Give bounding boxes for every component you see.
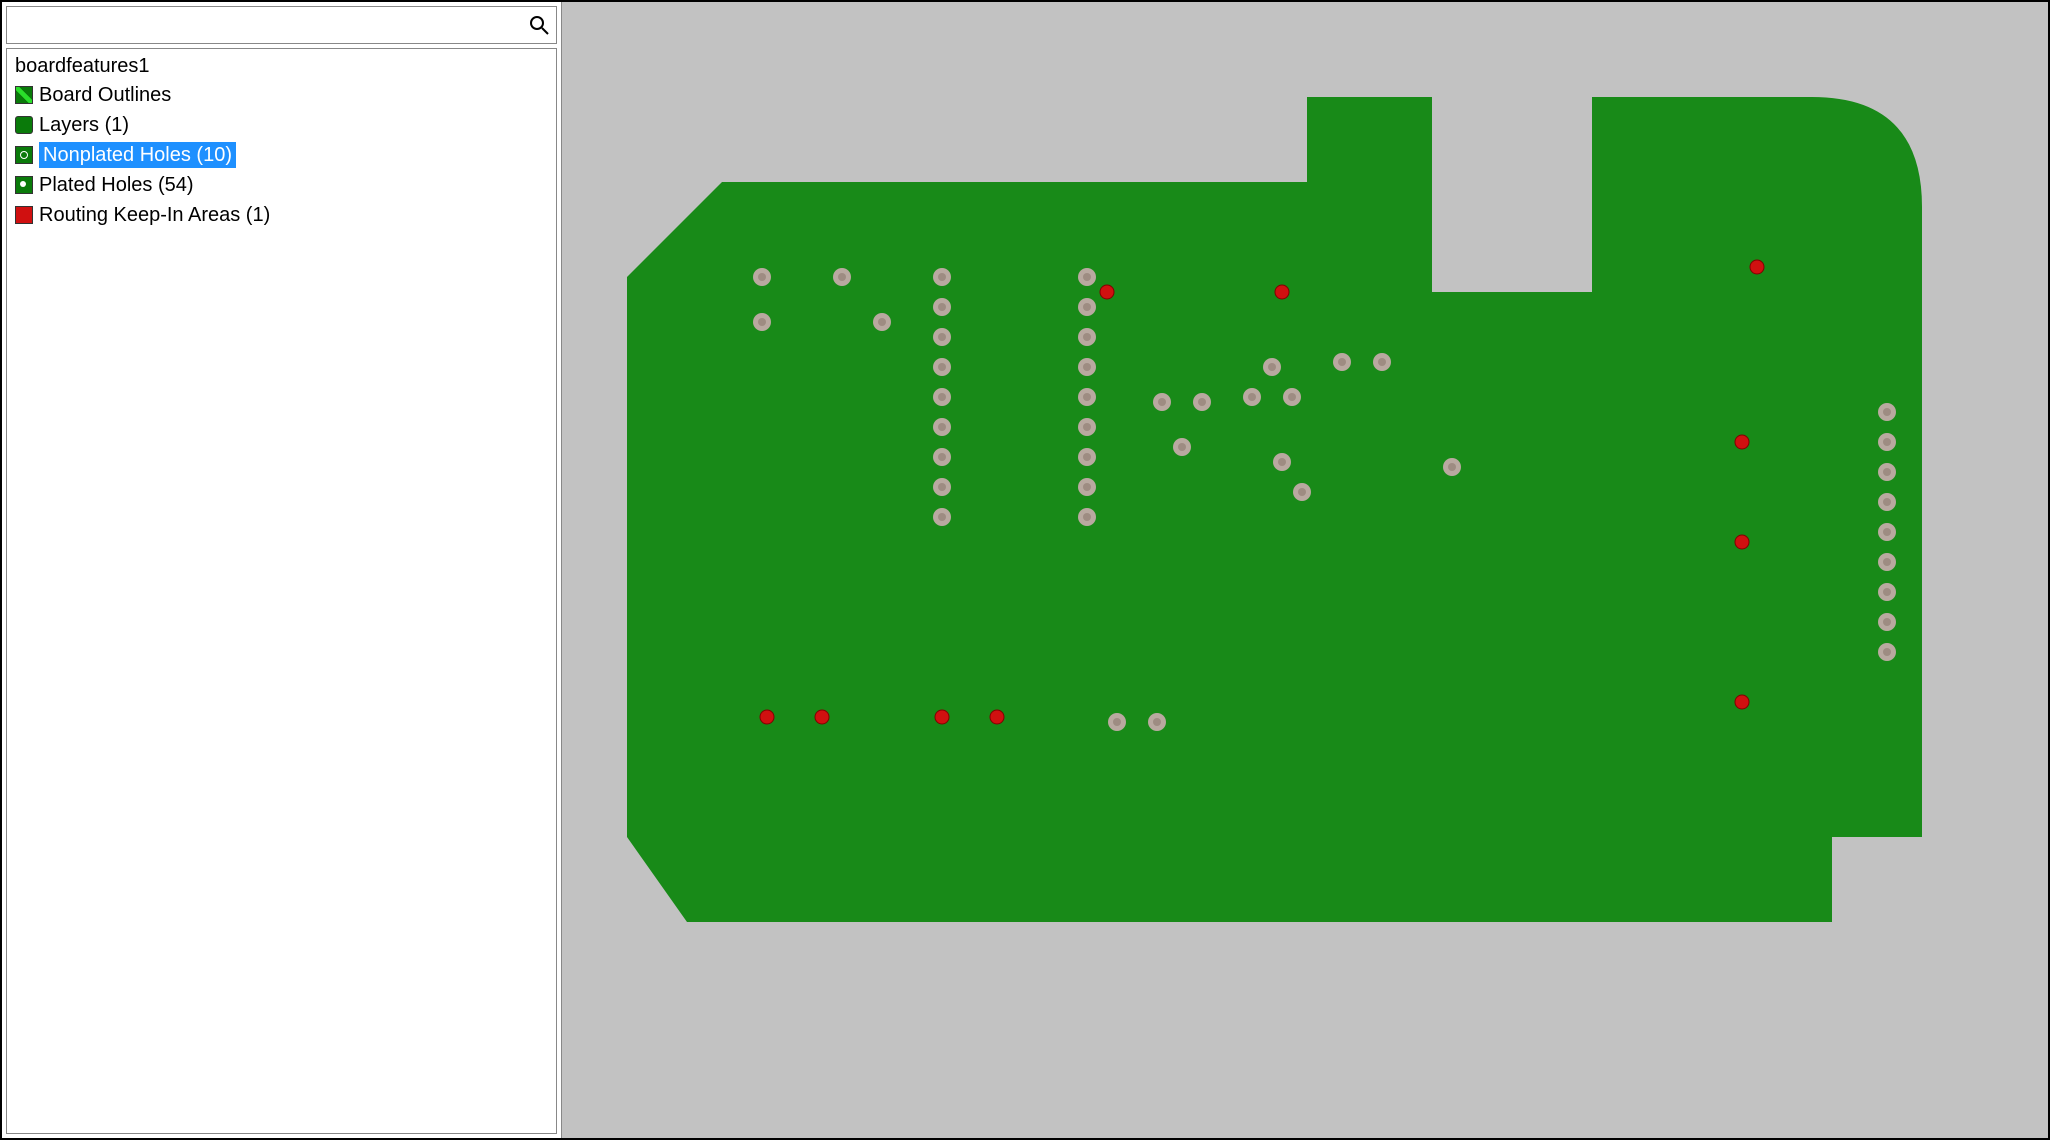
- plated-hole[interactable]: [1878, 463, 1896, 481]
- plated-hole[interactable]: [1878, 553, 1896, 571]
- plated-hole[interactable]: [1333, 353, 1351, 371]
- plated-hole[interactable]: [1153, 393, 1171, 411]
- plated-hole[interactable]: [1878, 583, 1896, 601]
- tree-item-label: Board Outlines: [39, 82, 171, 108]
- tree-root[interactable]: boardfeatures1: [7, 53, 556, 80]
- plated-hole[interactable]: [1078, 298, 1096, 316]
- plated-hole[interactable]: [933, 388, 951, 406]
- plated-hole[interactable]: [933, 418, 951, 436]
- board-canvas[interactable]: [562, 2, 2048, 1138]
- plated-hole[interactable]: [1878, 523, 1896, 541]
- plated-hole[interactable]: [1878, 493, 1896, 511]
- tree-item-3[interactable]: Plated Holes (54): [7, 170, 556, 200]
- search-input[interactable]: [7, 7, 522, 43]
- plated-hole[interactable]: [1193, 393, 1211, 411]
- plated-hole[interactable]: [1108, 713, 1126, 731]
- plated-hole[interactable]: [933, 268, 951, 286]
- plated-hole[interactable]: [1078, 508, 1096, 526]
- plated-hole[interactable]: [933, 448, 951, 466]
- plated-hole[interactable]: [1373, 353, 1391, 371]
- tree-item-label: Routing Keep-In Areas (1): [39, 202, 270, 228]
- plated-hole[interactable]: [833, 268, 851, 286]
- nonplated-hole[interactable]: [760, 710, 774, 724]
- plated-hole[interactable]: [873, 313, 891, 331]
- tree-swatch-icon: [15, 146, 33, 164]
- nonplated-hole[interactable]: [1275, 285, 1289, 299]
- sidebar: boardfeatures1 Board Outlines Layers (1) N…: [2, 2, 562, 1138]
- plated-hole[interactable]: [1078, 448, 1096, 466]
- nonplated-hole[interactable]: [935, 710, 949, 724]
- plated-hole[interactable]: [1078, 358, 1096, 376]
- tree-item-0[interactable]: Board Outlines: [7, 80, 556, 110]
- tree-item-label: Plated Holes (54): [39, 172, 194, 198]
- plated-hole[interactable]: [933, 328, 951, 346]
- tree-swatch-icon: [15, 176, 33, 194]
- board-svg[interactable]: [562, 2, 2048, 1138]
- plated-hole[interactable]: [1078, 418, 1096, 436]
- plated-hole[interactable]: [1078, 268, 1096, 286]
- plated-hole[interactable]: [933, 478, 951, 496]
- nonplated-hole[interactable]: [1735, 435, 1749, 449]
- app-root: boardfeatures1 Board Outlines Layers (1) N…: [0, 0, 2050, 1140]
- plated-hole[interactable]: [1293, 483, 1311, 501]
- plated-hole[interactable]: [1173, 438, 1191, 456]
- tree-swatch-icon: [15, 206, 33, 224]
- plated-hole[interactable]: [1243, 388, 1261, 406]
- plated-hole[interactable]: [753, 313, 771, 331]
- plated-hole[interactable]: [1078, 388, 1096, 406]
- plated-hole[interactable]: [1878, 433, 1896, 451]
- nonplated-hole[interactable]: [1750, 260, 1764, 274]
- plated-hole[interactable]: [1878, 403, 1896, 421]
- nonplated-hole[interactable]: [1100, 285, 1114, 299]
- plated-hole[interactable]: [933, 508, 951, 526]
- tree-item-label: Nonplated Holes (10): [39, 142, 236, 168]
- tree-item-label: Layers (1): [39, 112, 129, 138]
- search-icon[interactable]: [522, 15, 556, 35]
- nonplated-hole[interactable]: [815, 710, 829, 724]
- plated-hole[interactable]: [1263, 358, 1281, 376]
- plated-hole[interactable]: [1148, 713, 1166, 731]
- feature-tree: boardfeatures1 Board Outlines Layers (1) N…: [6, 48, 557, 1134]
- plated-hole[interactable]: [753, 268, 771, 286]
- board-outline: [627, 97, 1922, 922]
- plated-hole[interactable]: [1878, 613, 1896, 631]
- nonplated-hole[interactable]: [1735, 535, 1749, 549]
- tree-item-1[interactable]: Layers (1): [7, 110, 556, 140]
- plated-hole[interactable]: [933, 298, 951, 316]
- tree-swatch-icon: [15, 116, 33, 134]
- plated-hole[interactable]: [1443, 458, 1461, 476]
- search-row: [6, 6, 557, 44]
- tree-swatch-icon: [15, 86, 33, 104]
- tree-item-2[interactable]: Nonplated Holes (10): [7, 140, 556, 170]
- plated-hole[interactable]: [933, 358, 951, 376]
- nonplated-hole[interactable]: [1735, 695, 1749, 709]
- nonplated-hole[interactable]: [990, 710, 1004, 724]
- plated-hole[interactable]: [1078, 478, 1096, 496]
- plated-hole[interactable]: [1878, 643, 1896, 661]
- plated-hole[interactable]: [1078, 328, 1096, 346]
- plated-hole[interactable]: [1283, 388, 1301, 406]
- tree-item-4[interactable]: Routing Keep-In Areas (1): [7, 200, 556, 230]
- plated-hole[interactable]: [1273, 453, 1291, 471]
